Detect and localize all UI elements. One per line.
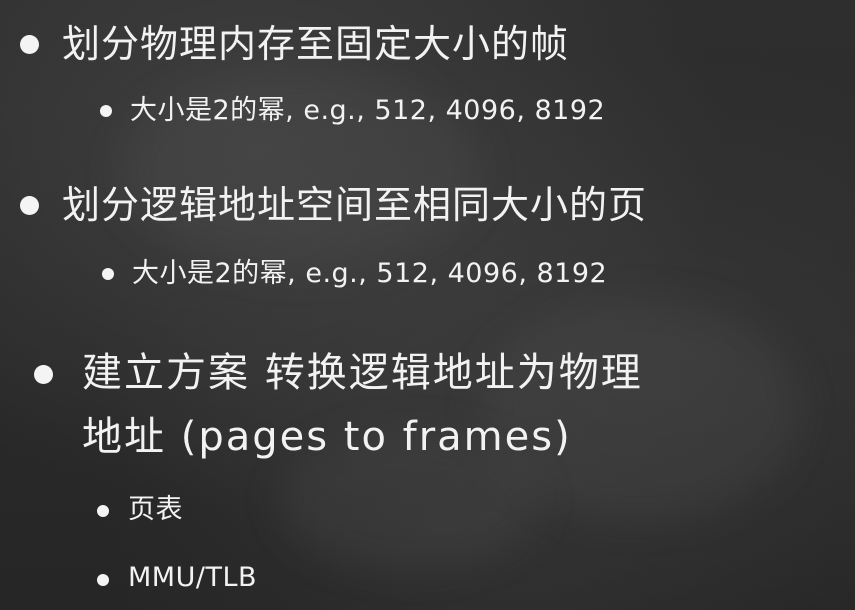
bullet-1-text: 划分物理内存至固定大小的帧 [62, 22, 570, 66]
bullet-3-text-line1: 建立方案 转换逻辑地址为物理 [82, 350, 643, 396]
sub-bullet-dot [97, 574, 109, 586]
bullet-2-sub-text: 大小是2的幂, e.g., 512, 4096, 8192 [132, 258, 608, 289]
sub-bullet-dot [102, 268, 114, 280]
bullet-2-text: 划分逻辑地址空间至相同大小的页 [62, 183, 648, 227]
bullet-dot [20, 196, 39, 215]
bullet-3-sub-2-text: MMU/TLB [128, 562, 258, 593]
bullet-1-sub-text: 大小是2的幂, e.g., 512, 4096, 8192 [130, 95, 606, 126]
bullet-3-sub-1-text: 页表 [128, 494, 183, 525]
bullet-dot [20, 35, 39, 54]
sub-bullet-dot [97, 505, 109, 517]
sub-bullet-dot [100, 105, 112, 117]
bullet-dot [34, 365, 53, 384]
bullet-3-text-line2: 地址 (pages to frames) [82, 414, 572, 460]
